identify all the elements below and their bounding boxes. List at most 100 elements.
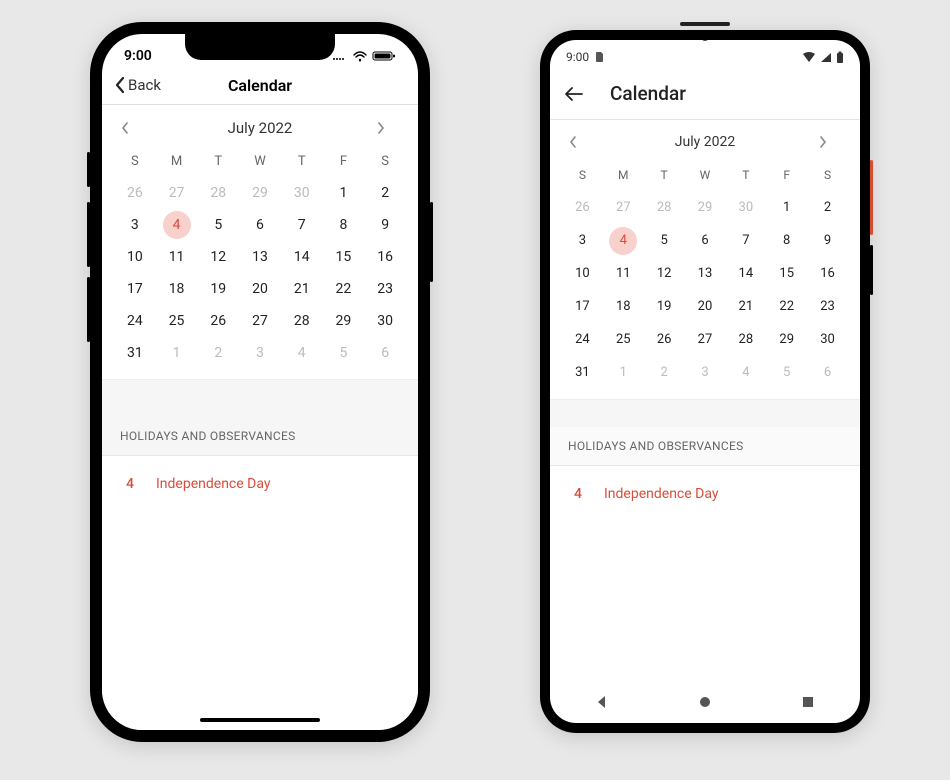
calendar-day[interactable]: 30 <box>281 177 323 209</box>
calendar-day[interactable]: 1 <box>156 337 198 369</box>
calendar-day[interactable]: 30 <box>807 323 848 356</box>
calendar-day[interactable]: 31 <box>562 356 603 389</box>
wifi-icon <box>352 50 368 62</box>
holiday-row[interactable]: 4Independence Day <box>102 456 418 512</box>
calendar-day[interactable]: 1 <box>603 356 644 389</box>
calendar-day[interactable]: 19 <box>197 273 239 305</box>
calendar-day[interactable]: 30 <box>725 191 766 224</box>
android-nav-home[interactable] <box>697 694 713 710</box>
selected-day[interactable]: 4 <box>609 227 637 255</box>
prev-month-button[interactable] <box>568 135 592 149</box>
calendar-day[interactable]: 19 <box>644 290 685 323</box>
calendar-day[interactable]: 17 <box>562 290 603 323</box>
calendar-day[interactable]: 10 <box>562 257 603 290</box>
ios-home-indicator[interactable] <box>200 718 320 722</box>
calendar-day[interactable]: 28 <box>725 323 766 356</box>
calendar-day[interactable]: 12 <box>197 241 239 273</box>
calendar-day[interactable]: 6 <box>364 337 406 369</box>
calendar-day[interactable]: 24 <box>562 323 603 356</box>
calendar-day[interactable]: 11 <box>603 257 644 290</box>
calendar-day[interactable]: 5 <box>197 209 239 241</box>
calendar-day[interactable]: 14 <box>281 241 323 273</box>
calendar-day[interactable]: 20 <box>239 273 281 305</box>
calendar-day[interactable]: 9 <box>364 209 406 241</box>
calendar-day[interactable]: 16 <box>364 241 406 273</box>
calendar-day[interactable]: 20 <box>685 290 726 323</box>
android-nav-back[interactable] <box>594 694 610 710</box>
calendar-day[interactable]: 28 <box>197 177 239 209</box>
next-month-button[interactable] <box>376 121 400 135</box>
calendar-day[interactable]: 3 <box>239 337 281 369</box>
ios-phone-frame: 9:00 Back Calendar <box>90 22 430 742</box>
calendar-day[interactable]: 13 <box>239 241 281 273</box>
calendar-day[interactable]: 29 <box>239 177 281 209</box>
next-month-button[interactable] <box>818 135 842 149</box>
calendar-day[interactable]: 5 <box>323 337 365 369</box>
calendar-day[interactable]: 21 <box>725 290 766 323</box>
back-button[interactable]: Back <box>114 76 161 94</box>
calendar-day[interactable]: 3 <box>685 356 726 389</box>
calendar-day[interactable]: 4 <box>156 209 198 241</box>
calendar-day[interactable]: 5 <box>644 224 685 257</box>
calendar-day[interactable]: 1 <box>323 177 365 209</box>
calendar-day[interactable]: 26 <box>562 191 603 224</box>
calendar-day[interactable]: 29 <box>766 323 807 356</box>
calendar-day[interactable]: 26 <box>197 305 239 337</box>
calendar-day[interactable]: 28 <box>644 191 685 224</box>
calendar-day[interactable]: 23 <box>807 290 848 323</box>
calendar-day[interactable]: 25 <box>603 323 644 356</box>
calendar-day[interactable]: 12 <box>644 257 685 290</box>
calendar-day[interactable]: 2 <box>644 356 685 389</box>
calendar-day[interactable]: 1 <box>766 191 807 224</box>
calendar-day[interactable]: 14 <box>725 257 766 290</box>
calendar-day[interactable]: 17 <box>114 273 156 305</box>
calendar-day[interactable]: 6 <box>239 209 281 241</box>
calendar-day[interactable]: 16 <box>807 257 848 290</box>
calendar-day[interactable]: 18 <box>156 273 198 305</box>
calendar-day[interactable]: 7 <box>281 209 323 241</box>
android-nav-recent[interactable] <box>800 694 816 710</box>
calendar-day[interactable]: 9 <box>807 224 848 257</box>
calendar-day[interactable]: 23 <box>364 273 406 305</box>
calendar-day[interactable]: 28 <box>281 305 323 337</box>
calendar-day[interactable]: 29 <box>685 191 726 224</box>
calendar-day[interactable]: 27 <box>239 305 281 337</box>
calendar-day[interactable]: 8 <box>766 224 807 257</box>
calendar-day[interactable]: 3 <box>114 209 156 241</box>
calendar-day[interactable]: 15 <box>766 257 807 290</box>
back-button[interactable] <box>564 86 584 102</box>
calendar-day[interactable]: 26 <box>644 323 685 356</box>
calendar-day[interactable]: 13 <box>685 257 726 290</box>
calendar-day[interactable]: 6 <box>685 224 726 257</box>
prev-month-button[interactable] <box>120 121 144 135</box>
selected-day[interactable]: 4 <box>163 211 191 239</box>
calendar-day[interactable]: 30 <box>364 305 406 337</box>
calendar-day[interactable]: 18 <box>603 290 644 323</box>
calendar-day[interactable]: 2 <box>197 337 239 369</box>
calendar-day[interactable]: 15 <box>323 241 365 273</box>
calendar-day[interactable]: 10 <box>114 241 156 273</box>
calendar-day[interactable]: 27 <box>156 177 198 209</box>
calendar-day[interactable]: 22 <box>766 290 807 323</box>
calendar-day[interactable]: 27 <box>685 323 726 356</box>
calendar-day[interactable]: 4 <box>281 337 323 369</box>
calendar-day[interactable]: 24 <box>114 305 156 337</box>
calendar-day[interactable]: 4 <box>725 356 766 389</box>
calendar-day[interactable]: 11 <box>156 241 198 273</box>
calendar-day[interactable]: 5 <box>766 356 807 389</box>
calendar-day[interactable]: 7 <box>725 224 766 257</box>
calendar-day[interactable]: 29 <box>323 305 365 337</box>
calendar-day[interactable]: 26 <box>114 177 156 209</box>
holiday-row[interactable]: 4Independence Day <box>550 466 860 522</box>
calendar-day[interactable]: 22 <box>323 273 365 305</box>
calendar-day[interactable]: 2 <box>807 191 848 224</box>
calendar-day[interactable]: 21 <box>281 273 323 305</box>
calendar-day[interactable]: 3 <box>562 224 603 257</box>
calendar-day[interactable]: 2 <box>364 177 406 209</box>
calendar-day[interactable]: 4 <box>603 224 644 257</box>
calendar-day[interactable]: 27 <box>603 191 644 224</box>
calendar-day[interactable]: 8 <box>323 209 365 241</box>
calendar-day[interactable]: 6 <box>807 356 848 389</box>
calendar-day[interactable]: 25 <box>156 305 198 337</box>
calendar-day[interactable]: 31 <box>114 337 156 369</box>
